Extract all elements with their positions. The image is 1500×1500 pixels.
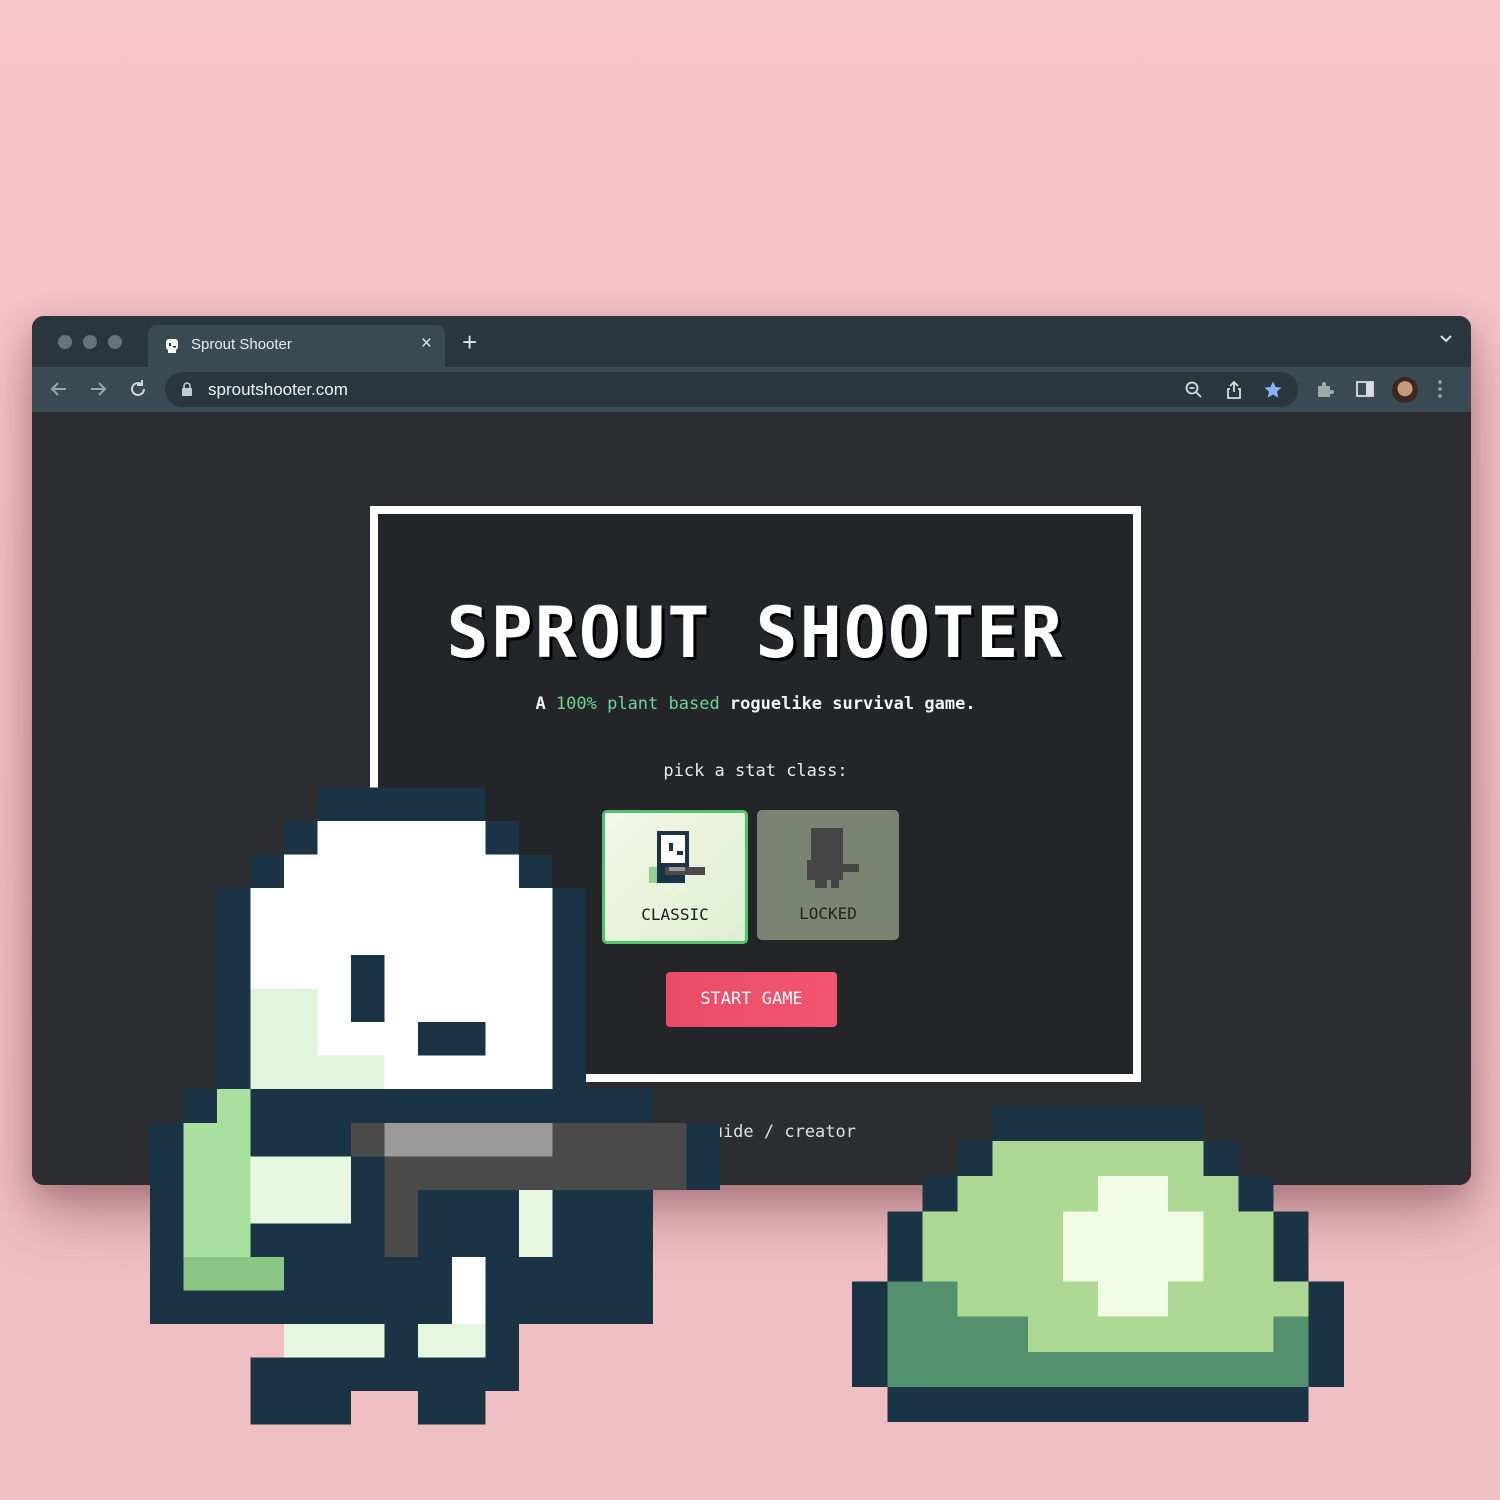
- tab-strip: Sprout Shooter × +: [32, 316, 1471, 367]
- class-option-locked[interactable]: LOCKED: [757, 810, 899, 940]
- share-icon[interactable]: [1224, 380, 1244, 405]
- tagline-highlight: 100% plant based: [555, 694, 720, 714]
- tab-close-icon[interactable]: ×: [421, 333, 432, 355]
- address-bar[interactable]: sproutshooter.com: [165, 372, 1298, 407]
- skull-favicon-icon: [163, 337, 181, 360]
- class-locked-label: LOCKED: [799, 904, 857, 923]
- reload-icon[interactable]: [127, 378, 149, 400]
- minimize-window-dot[interactable]: [83, 335, 97, 349]
- browser-toolbar: sproutshooter.com: [32, 367, 1471, 412]
- extensions-icon[interactable]: [1315, 379, 1335, 404]
- new-tab-button[interactable]: +: [462, 329, 477, 355]
- locked-silhouette-icon: [807, 828, 859, 888]
- zoom-window-dot[interactable]: [108, 335, 122, 349]
- game-title: SPROUT SHOOTER: [446, 592, 1065, 674]
- tab-sprout-shooter[interactable]: Sprout Shooter ×: [148, 325, 445, 367]
- lock-icon[interactable]: [181, 382, 193, 402]
- green-slime-sprite: [852, 1106, 1344, 1422]
- bookmark-star-icon[interactable]: [1263, 380, 1283, 405]
- zoom-icon[interactable]: [1184, 380, 1204, 405]
- back-arrow-icon[interactable]: [48, 378, 70, 400]
- close-window-dot[interactable]: [58, 335, 72, 349]
- tagline-prefix: A: [535, 694, 556, 714]
- game-tagline: A 100% plant based roguelike survival ga…: [378, 694, 1133, 714]
- tab-title: Sprout Shooter: [191, 336, 292, 353]
- url-text[interactable]: sproutshooter.com: [208, 380, 348, 400]
- pick-class-prompt: pick a stat class:: [663, 761, 848, 781]
- more-menu-icon[interactable]: [1437, 379, 1443, 404]
- tagline-suffix: roguelike survival game.: [719, 694, 976, 714]
- forward-arrow-icon[interactable]: [87, 378, 109, 400]
- sprout-character-sprite: [150, 787, 720, 1425]
- sidepanel-icon[interactable]: [1355, 379, 1375, 404]
- profile-avatar[interactable]: [1392, 377, 1418, 403]
- chevron-down-icon[interactable]: [1439, 332, 1453, 351]
